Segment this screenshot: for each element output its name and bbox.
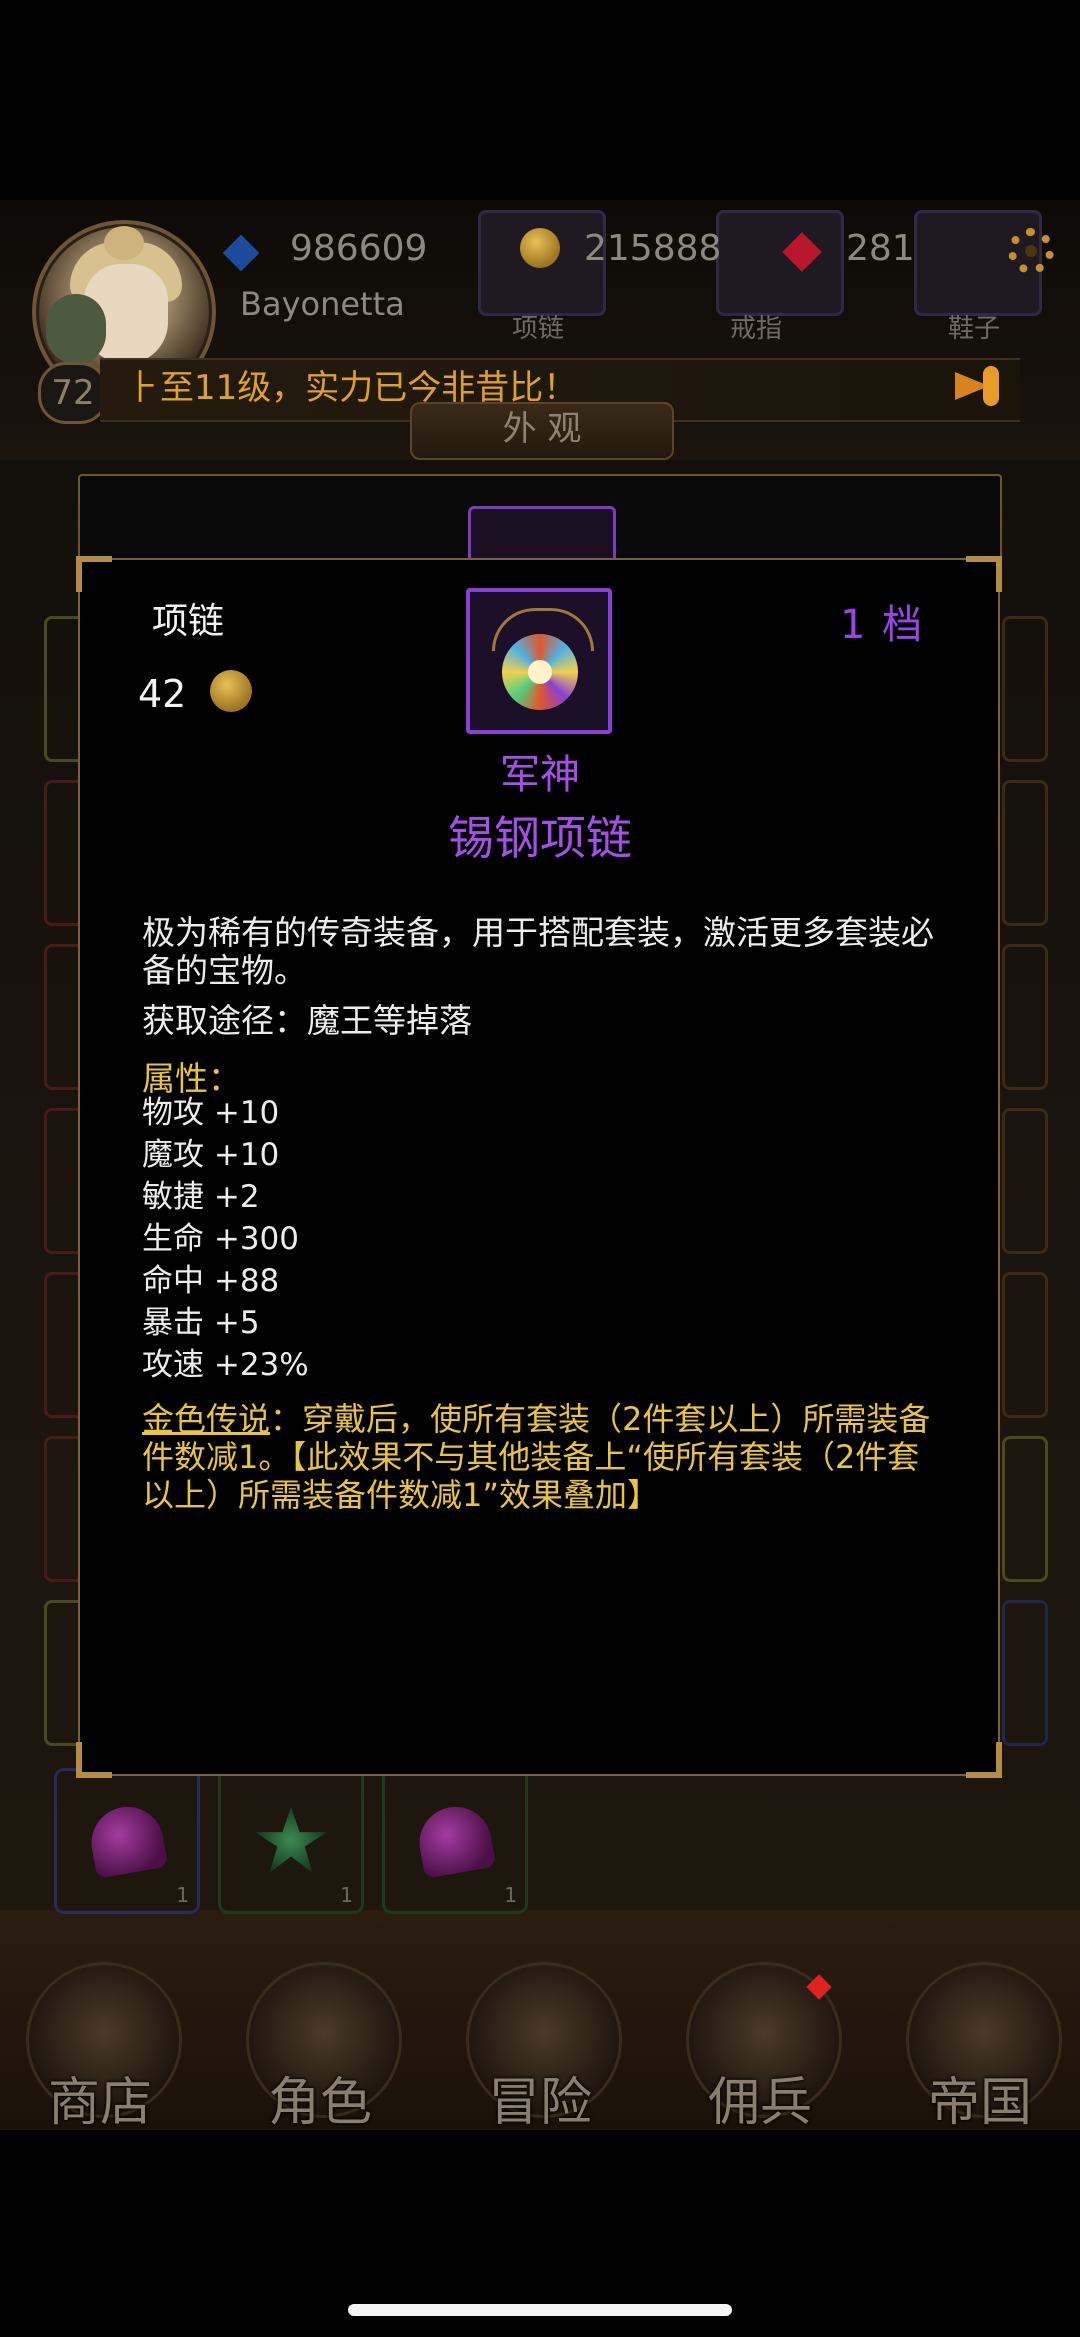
frame-corner [76,1738,116,1778]
inventory-slot[interactable] [1002,944,1048,1090]
nav-shop[interactable]: 商店 [0,2060,200,2135]
inventory-slot-heart-gem[interactable]: 1 [382,1768,528,1914]
inventory-slot-heart-gem[interactable]: 1 [54,1768,200,1914]
player-level: 72 [38,362,108,424]
item-tier: 1 档 [840,602,925,648]
item-name: 锡钢项链 [448,811,632,865]
frame-corner [962,556,1002,596]
frame-corner [76,556,116,596]
slot-label-necklace: 项链 [512,314,565,344]
home-indicator[interactable] [348,2304,732,2316]
item-source: 获取途径：魔王等掉落 [142,1001,472,1040]
nav-mercenary[interactable]: 佣兵 [660,2060,860,2135]
item-count: 1 [176,1883,189,1907]
item-count: 1 [340,1883,353,1907]
inventory-slot-star-gem[interactable]: 1 [218,1768,364,1914]
item-type: 项链 [152,601,225,642]
necklace-icon [502,634,578,710]
settings-gear-icon[interactable] [1008,228,1054,274]
nav-empire[interactable]: 帝国 [880,2060,1080,2135]
attribute-row: 魔攻 +10 [142,1137,280,1173]
gold-coin-icon [520,228,560,268]
gem-count: 986609 [290,228,428,269]
attribute-row: 攻速 +23% [142,1347,309,1383]
inventory-slot[interactable] [1002,616,1048,762]
gold-coin-icon [210,670,252,712]
slot-label-ring: 戒指 [730,314,783,344]
attribute-row: 生命 +300 [142,1221,299,1257]
item-description: 极为稀有的传奇装备，用于搭配套装，激活更多套装必备的宝物。 [142,913,934,990]
attribute-row: 敏捷 +2 [142,1179,260,1215]
nav-character[interactable]: 角色 [220,2060,420,2135]
inventory-slot[interactable] [1002,1108,1048,1254]
player-name: Bayonetta [240,285,405,323]
legendary-title[interactable]: 金色传说 [142,1400,270,1438]
attributes-list: 物攻 +10 魔攻 +10 敏捷 +2 生命 +300 命中 +88 暴击 +5… [142,1092,309,1386]
tab-appearance[interactable]: 外 观 [410,402,674,460]
legendary-effect: 金色传说：穿戴后，使所有套装（2件套以上）所需装备件数减1。【此效果不与其他装备… [142,1400,942,1514]
attribute-row: 命中 +88 [142,1263,280,1299]
slot-label-shoes: 鞋子 [948,314,1001,344]
inventory-slot[interactable] [1002,1272,1048,1418]
item-price: 42 [138,672,187,716]
item-count: 1 [504,1883,517,1907]
item-image-frame [466,588,612,734]
nav-adventure[interactable]: 冒险 [440,2060,640,2135]
purple-heart-gem-icon [413,1801,497,1879]
item-set-name: 军神 [500,752,580,798]
ring-slot[interactable] [716,210,844,316]
avatar-bun [104,226,144,260]
inventory-slot[interactable] [1002,1600,1048,1746]
ruby-count: 281 [846,228,915,269]
megaphone-icon[interactable] [955,366,999,406]
gold-count: 215888 [584,228,722,269]
inventory-slot[interactable] [1002,1436,1048,1582]
attribute-row: 物攻 +10 [142,1095,280,1131]
avatar-hand [46,294,106,364]
attribute-row: 暴击 +5 [142,1305,260,1341]
green-star-gem-icon [255,1807,327,1873]
purple-heart-gem-icon [85,1801,169,1879]
frame-corner [962,1738,1002,1778]
